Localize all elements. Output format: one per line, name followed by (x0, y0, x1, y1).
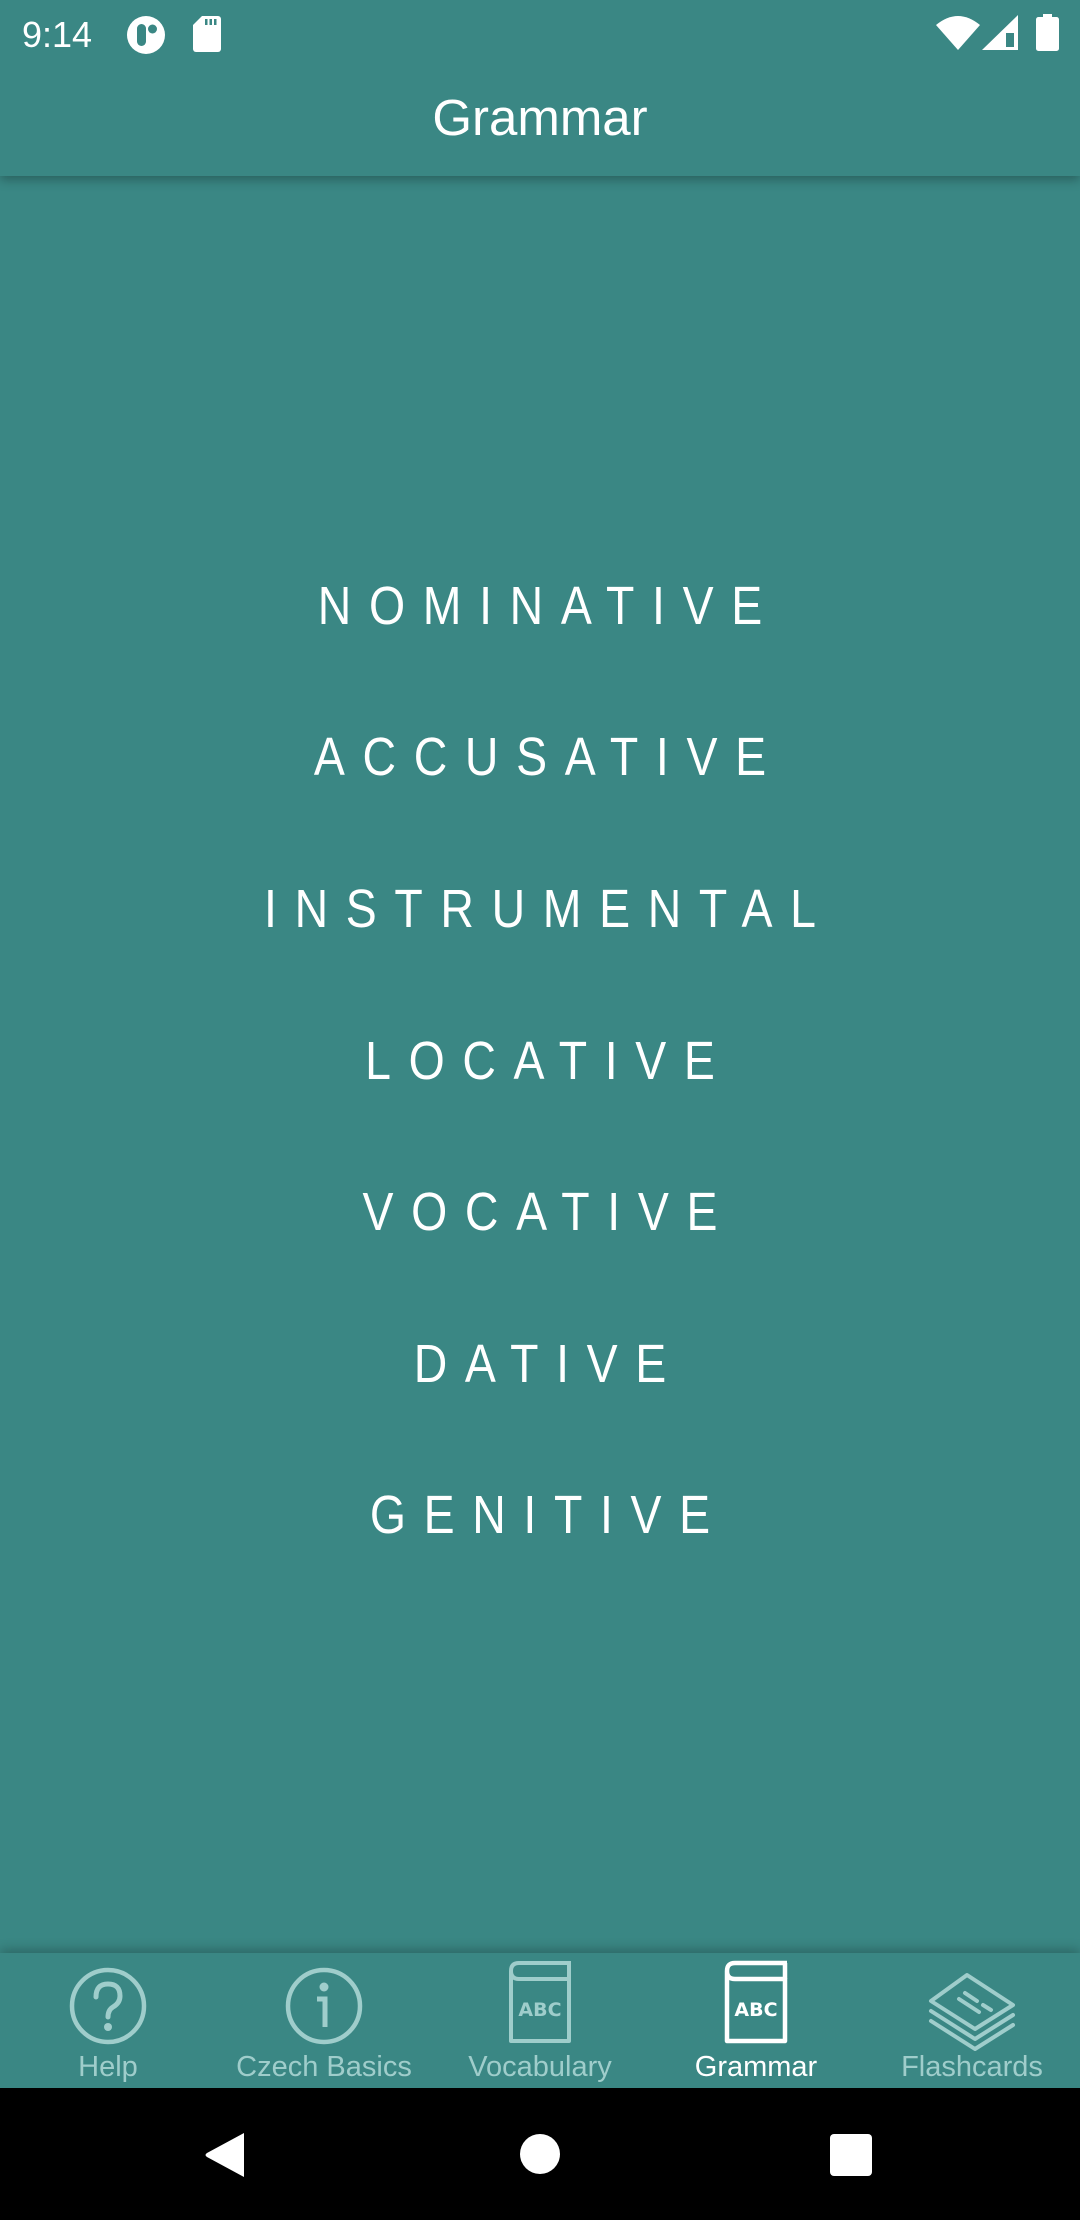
cell-signal-icon (982, 15, 1018, 50)
case-item-nominative[interactable]: NOMINATIVE (76, 566, 1005, 646)
app-notification-icon (127, 16, 165, 54)
case-list: NOMINATIVE ACCUSATIVE INSTRUMENTAL LOCAT… (0, 176, 1080, 1953)
case-item-accusative[interactable]: ACCUSATIVE (76, 717, 1005, 797)
sd-card-icon (193, 16, 221, 52)
case-item-locative[interactable]: LOCATIVE (76, 1021, 1005, 1101)
abc-book-icon: ABC (509, 1961, 571, 2043)
app-bar: 9:14 Grammar (0, 0, 1080, 176)
system-navigation-bar (0, 2088, 1080, 2220)
nav-item-czech-basics[interactable]: Czech Basics (216, 1953, 432, 2088)
case-item-instrumental[interactable]: INSTRUMENTAL (76, 869, 1005, 949)
nav-item-vocabulary[interactable]: ABC Vocabulary (432, 1953, 648, 2088)
nav-label: Grammar (694, 2051, 818, 2083)
status-bar: 9:14 (0, 0, 1080, 70)
battery-icon (1036, 14, 1059, 51)
case-item-vocative[interactable]: VOCATIVE (76, 1172, 1005, 1252)
home-icon[interactable] (520, 2134, 560, 2174)
wifi-icon (936, 16, 980, 50)
case-item-genitive[interactable]: GENITIVE (76, 1475, 1005, 1555)
status-time: 9:14 (22, 14, 93, 55)
svg-text:ABC: ABC (518, 1999, 561, 2021)
nav-item-flashcards[interactable]: Flashcards (864, 1953, 1080, 2088)
bottom-navigation: Help Czech Basics ABC Vocabulary ABC Gra… (0, 1953, 1080, 2088)
info-circle-icon (285, 1967, 363, 2045)
nav-item-grammar[interactable]: ABC Grammar (648, 1953, 864, 2088)
page-title: Grammar (432, 89, 648, 146)
svg-text:ABC: ABC (734, 1999, 777, 2021)
nav-label: Help (78, 2051, 138, 2083)
recents-icon[interactable] (830, 2134, 872, 2176)
nav-item-help[interactable]: Help (0, 1953, 216, 2088)
nav-label: Czech Basics (236, 2051, 412, 2083)
help-circle-icon (69, 1967, 147, 2045)
nav-label: Vocabulary (468, 2051, 612, 2083)
flashcards-stack-icon (929, 1973, 1015, 2051)
nav-label: Flashcards (901, 2051, 1043, 2083)
back-icon[interactable] (204, 2132, 248, 2178)
abc-book-icon: ABC (724, 1960, 788, 2044)
case-item-dative[interactable]: DATIVE (76, 1324, 1005, 1404)
